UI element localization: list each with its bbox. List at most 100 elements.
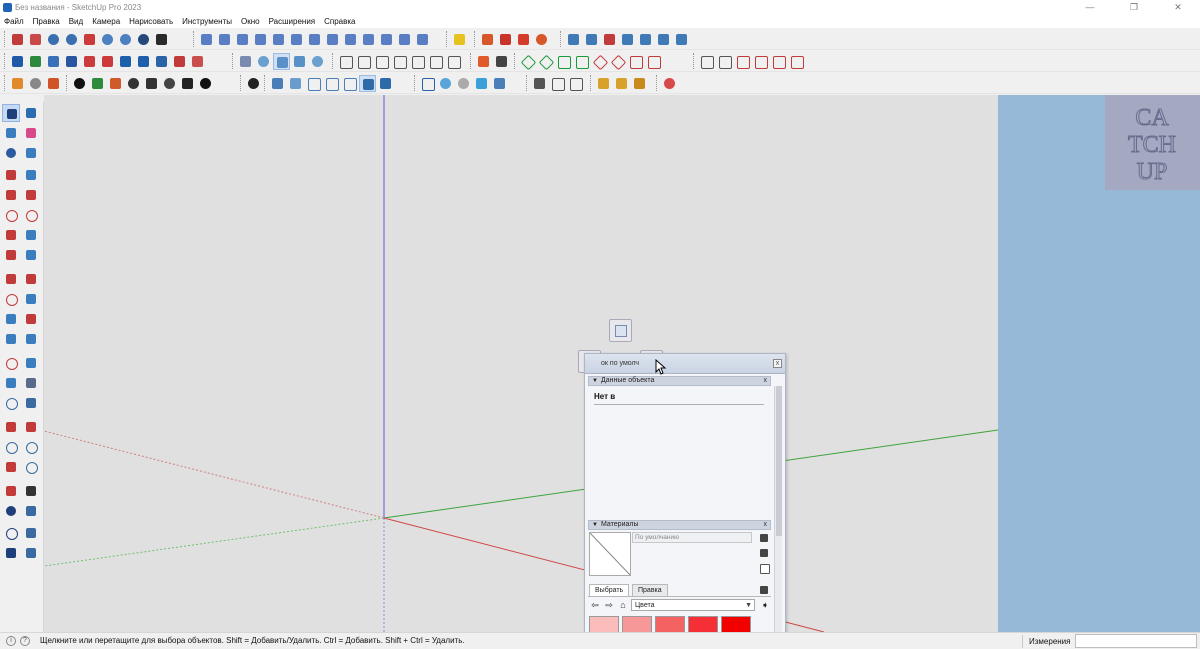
menu-edit[interactable]: Правка bbox=[33, 17, 60, 26]
back-view-icon[interactable] bbox=[409, 53, 426, 70]
follow-me-icon[interactable] bbox=[153, 53, 170, 70]
layers-tool-icon[interactable] bbox=[2, 544, 20, 562]
offset-icon[interactable] bbox=[189, 53, 206, 70]
component-stack-icon[interactable] bbox=[631, 75, 648, 92]
dropper-icon[interactable] bbox=[491, 75, 508, 92]
paint-bucket-icon[interactable] bbox=[45, 53, 62, 70]
toolbar-grip[interactable] bbox=[240, 75, 243, 91]
hidden-line-icon[interactable] bbox=[291, 53, 308, 70]
component-box-icon[interactable] bbox=[595, 75, 612, 92]
tree-icon[interactable] bbox=[89, 75, 106, 92]
refresh-icon[interactable] bbox=[27, 75, 44, 92]
match-photo-icon[interactable] bbox=[655, 31, 672, 48]
smoove-icon[interactable] bbox=[234, 31, 251, 48]
eraser-tool-icon[interactable] bbox=[22, 124, 40, 142]
materials-panel-header[interactable]: ▼ Материалы x bbox=[588, 520, 771, 530]
tape-measure-icon[interactable] bbox=[2, 354, 20, 372]
toolbar-grip[interactable] bbox=[4, 31, 7, 47]
position-camera-icon[interactable] bbox=[2, 482, 20, 500]
zoom-tool-icon[interactable] bbox=[2, 438, 20, 456]
solid-tool-8-icon[interactable] bbox=[645, 53, 662, 70]
xray-icon[interactable] bbox=[237, 53, 254, 70]
solid-tools-icon[interactable] bbox=[22, 330, 40, 348]
face-style-xray-icon[interactable] bbox=[269, 75, 286, 92]
info-icon[interactable] bbox=[197, 75, 214, 92]
cursor-tool-icon[interactable] bbox=[493, 53, 510, 70]
lasso-select-icon[interactable] bbox=[22, 104, 40, 122]
materials-panel-close-button[interactable]: x bbox=[764, 521, 768, 528]
zoom-extents-icon[interactable] bbox=[81, 31, 98, 48]
get-models-icon[interactable] bbox=[698, 53, 715, 70]
extension-1-icon[interactable] bbox=[9, 75, 26, 92]
protractor-icon[interactable] bbox=[2, 374, 20, 392]
left-view-icon[interactable] bbox=[427, 53, 444, 70]
flip-tool-icon[interactable] bbox=[2, 330, 20, 348]
pan-icon[interactable] bbox=[27, 31, 44, 48]
axes-tool-icon[interactable] bbox=[2, 394, 20, 412]
checker-icon[interactable] bbox=[125, 75, 142, 92]
sync-icon[interactable] bbox=[473, 75, 490, 92]
section-plane-icon[interactable] bbox=[565, 31, 582, 48]
hand-icon[interactable] bbox=[531, 75, 548, 92]
forward-arrow-icon[interactable]: ⇨ bbox=[603, 599, 615, 611]
toolbar-grip[interactable] bbox=[590, 75, 593, 91]
freehand-tool-icon[interactable] bbox=[22, 166, 40, 184]
entity-panel-close-button[interactable]: x bbox=[764, 377, 768, 384]
menu-tools[interactable]: Инструменты bbox=[182, 17, 232, 26]
scale-tool-icon[interactable] bbox=[2, 310, 20, 328]
toolbar-grip[interactable] bbox=[66, 75, 69, 91]
section-tool-7-icon[interactable] bbox=[673, 31, 690, 48]
bottom-view-icon[interactable] bbox=[445, 53, 462, 70]
tags-icon[interactable] bbox=[451, 31, 468, 48]
toolbar-grip[interactable] bbox=[4, 75, 7, 91]
add-location-icon[interactable] bbox=[479, 31, 496, 48]
push-pull-icon[interactable] bbox=[99, 53, 116, 70]
stamp-icon[interactable] bbox=[252, 31, 269, 48]
extension-6-icon[interactable] bbox=[107, 75, 124, 92]
solid-tool-7-icon[interactable] bbox=[627, 53, 644, 70]
line-icon[interactable] bbox=[117, 53, 134, 70]
make-component-icon[interactable] bbox=[27, 53, 44, 70]
warehouse-tool-6-icon[interactable] bbox=[788, 53, 805, 70]
toolbar-grip[interactable] bbox=[264, 75, 267, 91]
drape-icon[interactable] bbox=[270, 31, 287, 48]
section-display-icon[interactable] bbox=[619, 31, 636, 48]
material-preview[interactable] bbox=[589, 532, 631, 576]
help-icon[interactable]: ? bbox=[20, 636, 30, 646]
toolbar-grip[interactable] bbox=[332, 53, 335, 69]
toolbar-grip[interactable] bbox=[474, 31, 477, 47]
sandbox-tool-9-icon[interactable] bbox=[342, 31, 359, 48]
select-tool-icon[interactable] bbox=[2, 104, 20, 122]
shaded-icon[interactable] bbox=[309, 53, 326, 70]
trim-icon[interactable] bbox=[591, 53, 608, 70]
look-around-tool-icon[interactable] bbox=[2, 502, 20, 520]
warehouse-tool-5-icon[interactable] bbox=[770, 53, 787, 70]
wireframe-icon[interactable] bbox=[273, 52, 290, 70]
sandbox-tool-icon[interactable] bbox=[2, 524, 20, 542]
sandbox-tool-11-icon[interactable] bbox=[378, 31, 395, 48]
mail-icon[interactable] bbox=[179, 75, 196, 92]
face-style-back-edges-icon[interactable] bbox=[287, 75, 304, 92]
sandbox-smoove-icon[interactable] bbox=[22, 524, 40, 542]
sandbox-scratch-icon[interactable] bbox=[216, 31, 233, 48]
orbit-icon[interactable] bbox=[9, 31, 26, 48]
geo-location-icon[interactable]: i bbox=[6, 636, 16, 646]
toolbar-grip[interactable] bbox=[4, 53, 7, 69]
follow-me-tool-icon[interactable] bbox=[22, 290, 40, 308]
details-arrow-icon[interactable]: ➧ bbox=[759, 599, 771, 611]
rectangle-tool-icon[interactable] bbox=[2, 186, 20, 204]
rotated-rectangle-icon[interactable] bbox=[22, 186, 40, 204]
display-secondary-icon[interactable] bbox=[758, 562, 770, 574]
add-detail-icon[interactable] bbox=[288, 31, 305, 48]
dimension-tool-icon[interactable] bbox=[22, 354, 40, 372]
sandbox-contours-icon[interactable] bbox=[198, 31, 215, 48]
toolbar-grip[interactable] bbox=[656, 75, 659, 91]
zoom-window-icon[interactable] bbox=[63, 31, 80, 48]
toolbar-grip[interactable] bbox=[526, 75, 529, 91]
3d-warehouse-icon[interactable] bbox=[497, 31, 514, 48]
face-style-textured-icon[interactable] bbox=[359, 74, 376, 92]
eraser-icon[interactable] bbox=[63, 53, 80, 70]
toolbar-grip[interactable] bbox=[514, 53, 517, 69]
share-component-icon[interactable] bbox=[716, 53, 733, 70]
walk-tool-icon[interactable] bbox=[22, 482, 40, 500]
